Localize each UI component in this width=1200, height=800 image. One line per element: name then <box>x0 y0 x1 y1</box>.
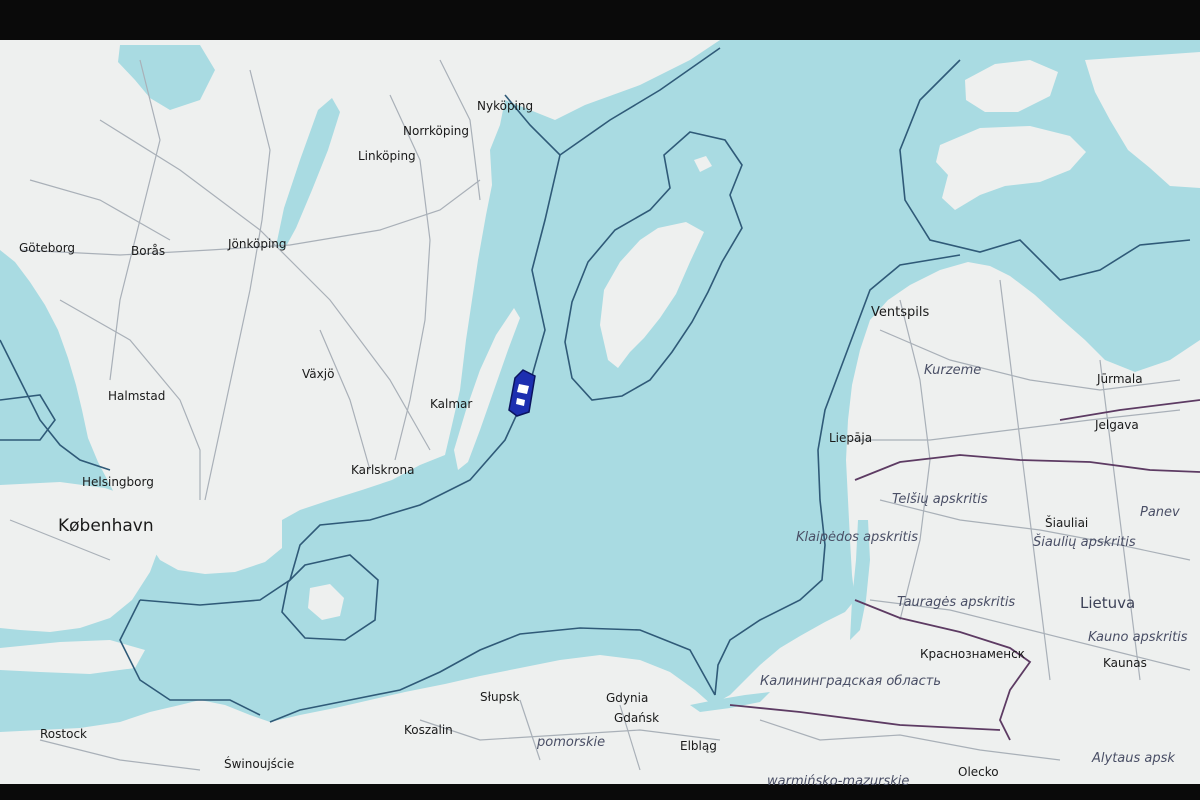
label-goteborg: Göteborg <box>19 241 76 255</box>
label-liepaja: Liepāja <box>829 431 873 445</box>
ship-icon[interactable] <box>505 368 539 420</box>
label-boras: Borås <box>131 244 166 258</box>
label-region-klaipedos: Klaipėdos apskritis <box>796 530 919 545</box>
label-rostock: Rostock <box>40 727 87 741</box>
label-helsingborg: Helsingborg <box>82 475 154 489</box>
screen-bezel-top <box>0 0 1200 40</box>
screen-bezel-bottom <box>0 784 1200 800</box>
label-vaxjo: Växjö <box>302 367 335 381</box>
label-elblag: Elbląg <box>680 739 717 753</box>
label-nykoping: Nyköping <box>477 99 534 113</box>
label-kobenhavn: København <box>58 516 154 536</box>
label-kalmar: Kalmar <box>430 397 473 411</box>
map-canvas[interactable] <box>0 0 1200 800</box>
label-region-kaliningrad: Калининградская область <box>760 674 941 689</box>
label-region-pomorskie: pomorskie <box>537 735 606 750</box>
label-halmstad: Halmstad <box>108 389 166 403</box>
label-region-panevezys: Panev <box>1140 505 1180 520</box>
label-kaunas: Kaunas <box>1103 656 1147 670</box>
label-gdynia: Gdynia <box>606 691 649 705</box>
label-slupsk: Słupsk <box>480 690 520 704</box>
label-country-lietuva: Lietuva <box>1080 594 1136 612</box>
label-gdansk: Gdańsk <box>614 711 660 725</box>
label-siauliai: Šiauliai <box>1045 516 1089 530</box>
label-jurmala: Jūrmala <box>1097 372 1143 386</box>
map-screen[interactable]: Nyköping Norrköping Linköping Göteborg B… <box>0 0 1200 800</box>
label-olecko: Olecko <box>958 765 999 779</box>
label-jonkoping: Jönköping <box>228 237 287 251</box>
label-linkoping: Linköping <box>358 149 416 163</box>
label-ventspils: Ventspils <box>871 305 930 320</box>
label-karlskrona: Karlskrona <box>351 463 415 477</box>
label-jelgava: Jelgava <box>1095 418 1139 432</box>
label-region-kauno: Kauno apskritis <box>1088 630 1188 645</box>
label-krasnoznamensk: Краснознаменск <box>920 647 1025 661</box>
label-region-warminsko: warmińsko-mazurskie <box>767 774 910 789</box>
label-region-kurzeme: Kurzeme <box>924 363 982 378</box>
label-koszalin: Koszalin <box>404 723 453 737</box>
label-norrkoping: Norrköping <box>403 124 470 138</box>
label-region-telsiu: Telšių apskritis <box>892 492 988 507</box>
label-region-taurages: Tauragės apskritis <box>897 595 1016 610</box>
label-region-alytaus: Alytaus apsk <box>1092 751 1175 766</box>
label-swinoujscie: Świnoujście <box>224 757 295 771</box>
label-region-siauliu: Šiaulių apskritis <box>1033 535 1136 550</box>
